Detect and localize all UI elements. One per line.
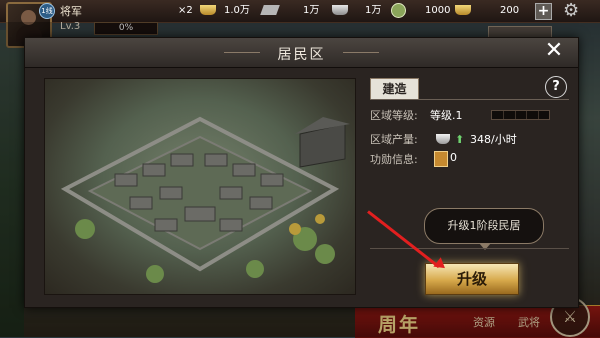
- up-arrow-icon: ⬆: [455, 133, 465, 146]
- resource-2-value: 1万: [303, 5, 320, 16]
- upgrade-tooltip: 升级1阶段民居: [424, 208, 544, 250]
- top-bar: ×2 1.0万 1万 1万 1000 200: [0, 0, 600, 23]
- resource-3-value: 1万: [365, 5, 382, 16]
- line-badge: 1线: [39, 3, 55, 19]
- close-icon[interactable]: ✕: [542, 39, 566, 63]
- resource-1-value: 1.0万: [224, 5, 250, 16]
- multiplier-text: ×2: [178, 5, 193, 16]
- grain-icon: [391, 3, 406, 18]
- section-divider: [370, 248, 569, 249]
- district-map-image: [44, 78, 356, 295]
- merit-label: 功勋信息:: [370, 153, 418, 166]
- zone-level-label: 区域等级:: [370, 109, 418, 122]
- zone-output-label: 区域产量:: [370, 133, 418, 146]
- resource-5-value: 200: [500, 5, 520, 16]
- gear-icon[interactable]: ⚙: [563, 0, 579, 21]
- title-decoration: [343, 52, 379, 53]
- silver-ingot-icon: [436, 134, 450, 144]
- zone-level-progress: [491, 110, 550, 120]
- player-name: 将军: [60, 5, 82, 18]
- tab-divider: [370, 99, 569, 100]
- zone-output-value: 348/小时: [470, 133, 517, 146]
- zone-level-value: 等级.1: [430, 109, 463, 122]
- modal-header: 居民区 ✕: [25, 38, 578, 68]
- resource-4-value: 1000: [425, 5, 451, 16]
- tab-build[interactable]: 建造: [370, 78, 419, 100]
- district-buildings-illustration: [60, 116, 350, 283]
- residential-district-modal: 居民区 ✕ 建造 ? 区域等级: 等级.1 区域产量: ⬆ 348/小时 功勋信…: [24, 37, 579, 308]
- plus-icon[interactable]: +: [535, 3, 552, 20]
- gold-ingot-icon: [200, 5, 216, 15]
- merit-value: 0: [450, 151, 457, 164]
- scroll-icon: [260, 5, 280, 15]
- help-icon[interactable]: ?: [545, 76, 567, 98]
- merit-icon: [434, 151, 448, 167]
- silver-ingot-icon: [332, 5, 348, 15]
- modal-title: 居民区: [277, 47, 326, 63]
- gold-ingot-icon: [455, 5, 471, 15]
